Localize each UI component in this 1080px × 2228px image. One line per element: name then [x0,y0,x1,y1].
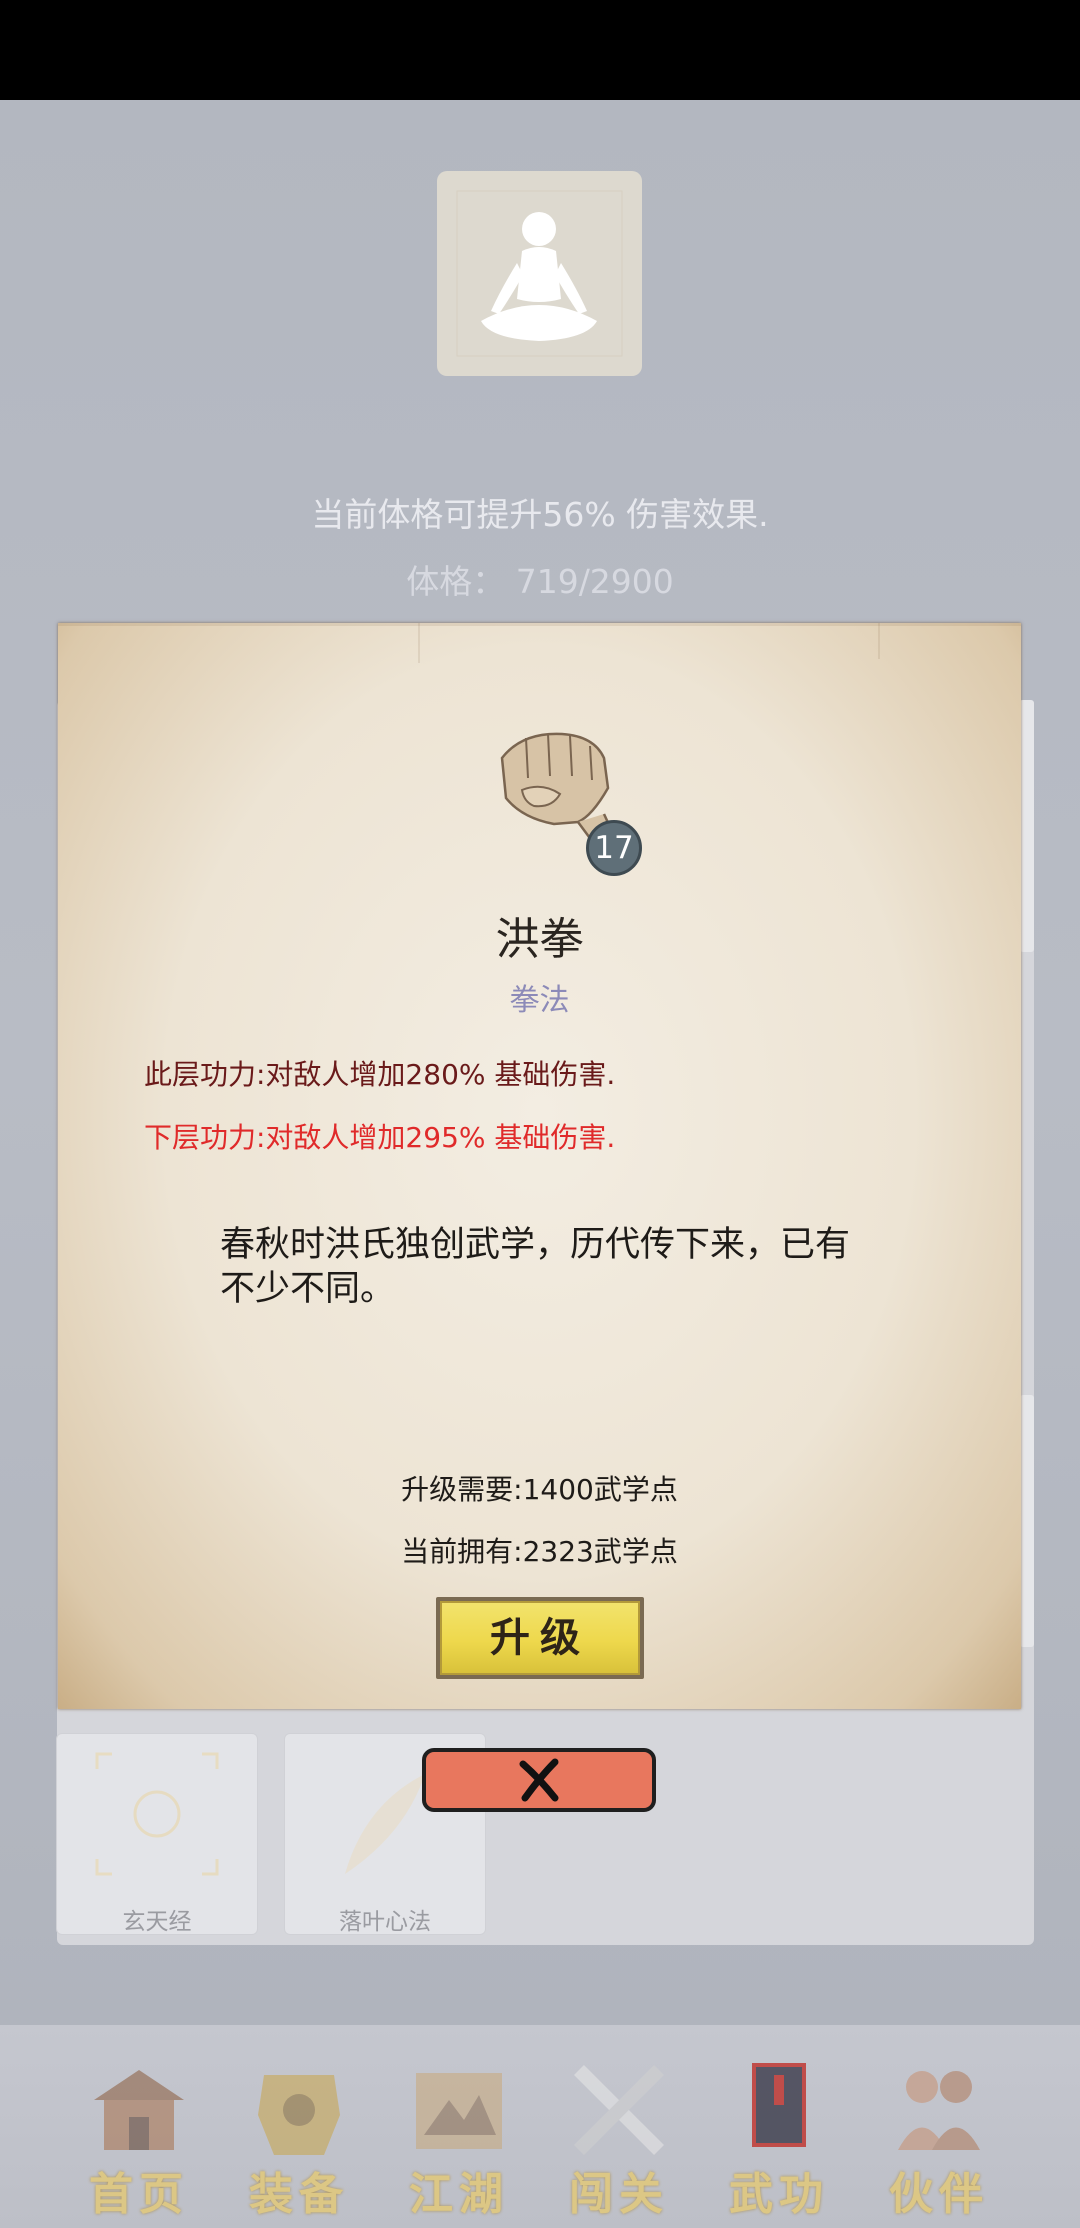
avatar-frame [437,171,642,376]
list-edge-card [1020,1395,1034,1647]
nav-equipment[interactable]: 装备 [224,2055,374,2220]
damage-description: 当前体格可提升56% 伤害效果. [311,495,769,534]
companions-icon [898,2071,980,2150]
scroll-seal-icon [95,1752,219,1876]
skill-type: 拳法 [509,983,570,1018]
constitution-stat: 体格： 719/2900 [0,555,1080,603]
martial-book-icon [752,2063,806,2147]
constitution-label: 体格： [406,562,506,601]
nav-label: 武功 [729,2169,829,2220]
nav-challenge[interactable]: 闯关 [544,2055,694,2220]
skill-card-label: 落叶心法 [339,1909,431,1935]
home-icon [94,2070,184,2150]
upgrade-button[interactable]: 升级 [436,1597,644,1679]
armor-icon [258,2075,340,2155]
nav-label: 江湖 [409,2169,509,2220]
nav-companions[interactable]: 伙伴 [864,2055,1014,2220]
skill-detail-popup: 17 洪拳 拳法 此层功力:对敌人增加280% 基础伤害. 下层功力:对敌人增加… [58,623,1021,1709]
close-x-icon [519,1758,559,1802]
status-bar [0,0,1080,100]
meditating-figure-icon [456,190,623,357]
skill-card-label: 玄天经 [122,1909,192,1935]
close-button[interactable] [422,1748,656,1812]
points-owned: 当前拥有:2323武学点 [401,1535,678,1568]
nav-label: 首页 [89,2169,189,2220]
map-scroll-icon [416,2073,502,2149]
nav-jianghu[interactable]: 江湖 [384,2055,534,2220]
crossed-swords-icon [574,2065,664,2155]
bottom-navigation: 首页 装备 江湖 闯关 武功 伙伴 [0,2025,1080,2228]
next-level-effect: 下层功力:对敌人增加295% 基础伤害. [144,1121,616,1154]
upgrade-cost: 升级需要:1400武学点 [401,1473,678,1506]
nav-home[interactable]: 首页 [64,2055,214,2220]
list-edge-card [1020,700,1034,952]
upgrade-button-label: 升级 [440,1601,640,1675]
skill-lore: 春秋时洪氏独创武学，历代传下来，已有不少不同。 [220,1225,851,1309]
constitution-value: 719/2900 [515,562,674,601]
nav-label: 闯关 [569,2169,669,2220]
current-level-effect: 此层功力:对敌人增加280% 基础伤害. [144,1058,616,1091]
nav-label: 伙伴 [889,2169,989,2220]
skill-level-badge: 17 [586,820,642,876]
skill-card[interactable]: 玄天经 [56,1733,258,1935]
nav-label: 装备 [249,2169,349,2220]
skill-name: 洪拳 [495,914,584,965]
nav-martial-arts[interactable]: 武功 [704,2055,854,2220]
